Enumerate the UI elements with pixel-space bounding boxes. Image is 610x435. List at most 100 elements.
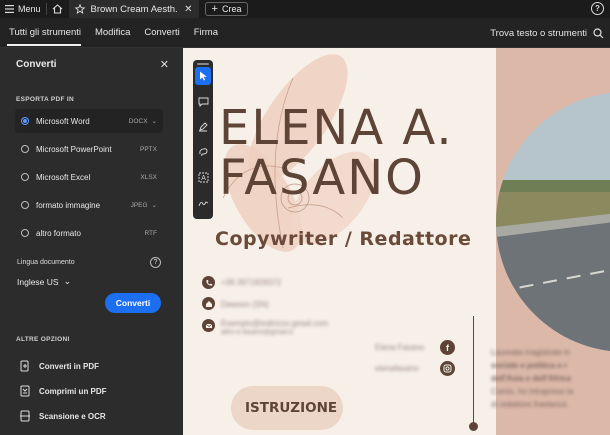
quick-tools-bar: A [193,60,213,219]
option-word[interactable]: Microsoft Word DOCX ⌄ [15,109,163,133]
option-format: PPTX [140,145,157,153]
convert-to-pdf-button[interactable]: Converti in PDF [19,360,99,372]
search-label: Trova testo o strumenti [490,27,587,39]
home-button[interactable] [47,0,69,18]
menu-label: Menu [18,4,41,14]
resume-subtitle: Copywriter / Redattore [215,228,472,250]
email-icon [202,319,215,332]
social-facebook-name: Elena Fasano [375,343,425,352]
timeline-line [473,316,474,428]
more-item-label: Scansione e OCR [39,411,106,421]
freehand-icon [198,148,207,157]
draw-tool-button[interactable] [195,143,211,161]
more-item-label: Comprimi un PDF [39,386,107,396]
bio-line: Comix, ho intrapreso la [491,387,574,396]
drag-handle[interactable] [197,63,209,65]
close-tab-icon[interactable]: ✕ [184,4,192,15]
menu-button[interactable]: Menu [0,0,46,18]
option-other[interactable]: altro formato RTF [15,221,163,245]
create-button[interactable]: + Crea [204,2,249,16]
language-value: Inglese US [17,276,59,287]
option-format: JPEG [130,201,148,209]
create-label: Crea [221,4,242,14]
search-tools-button[interactable]: Trova testo o strumenti [490,18,604,48]
option-format: RTF [144,229,157,237]
convert-panel: Converti ✕ ESPORTA PDF IN Microsoft Word… [0,48,183,435]
language-dropdown[interactable]: Inglese US ⌄ [17,276,71,287]
bio-line: sociale e politica e r [491,361,568,370]
sign-tool-button[interactable] [195,194,211,212]
option-label: altro formato [36,228,81,238]
chevron-down-icon[interactable]: ⌄ [152,117,157,125]
compress-pdf-button[interactable]: Comprimi un PDF [19,385,107,397]
instagram-icon [440,361,455,376]
tab-convert[interactable]: Converti [137,18,186,48]
search-icon [593,27,604,38]
tool-navbar: Tutti gli strumenti Modifica Converti Fi… [0,18,610,48]
bio-line: dell'Asia e dell'Africa [491,374,571,383]
tab-all-tools[interactable]: Tutti gli strumenti [0,18,88,48]
compress-icon [20,385,30,397]
tab-title: Brown Cream Aesth... [90,3,179,15]
chevron-down-icon: ⌄ [63,276,72,286]
radio-icon[interactable] [21,201,29,209]
scan-icon [20,410,30,422]
export-section-label: ESPORTA PDF IN [16,96,75,103]
option-excel[interactable]: Microsoft Excel XLSX [15,165,163,189]
option-label: Microsoft Word [36,116,90,126]
select-tool-button[interactable] [195,67,211,85]
bio-line: di redattore freelance. [491,400,569,409]
contact-address: Dawson (SN) [221,300,269,309]
language-label: Lingua documento [17,259,75,266]
more-item-label: Converti in PDF [39,361,100,371]
signature-icon [198,201,208,207]
phone-icon [202,276,215,289]
scan-ocr-button[interactable]: Scansione e OCR [19,410,106,422]
contact-email-alt: altro e.fasano@gmail.it [221,329,293,336]
pdf-document-view[interactable]: ELENA A. FASANO Copywriter / Redattore +… [183,48,610,435]
document-tab[interactable]: Brown Cream Aesth... ✕ [68,0,199,18]
highlight-tool-button[interactable] [195,118,211,136]
hamburger-icon [5,5,14,13]
section-title-education: ISTRUZIONE [245,400,338,416]
help-icon[interactable]: ? [591,2,604,15]
convert-pdf-icon [20,360,29,372]
home-icon [52,4,63,14]
resume-name-first: ELENA A. [219,100,454,156]
contact-email: Esempio@indirizzo.gmail.com [221,319,329,328]
option-label: Microsoft Excel [36,172,91,182]
option-label: formato immagine [36,200,101,210]
option-format: DOCX [128,117,148,125]
convert-button[interactable]: Converti [105,293,161,313]
pen-icon [199,122,208,132]
comment-tool-button[interactable] [195,93,211,111]
facebook-icon: f [440,340,455,355]
title-bar: Menu Brown Cream Aesth... ✕ + Crea ? [0,0,610,18]
chevron-down-icon[interactable]: ⌄ [152,201,157,209]
radio-icon[interactable] [21,145,29,153]
option-format: XLSX [140,173,157,181]
comment-icon [198,97,208,107]
svg-text:A: A [201,175,206,182]
text-tool-button[interactable]: A [195,168,211,186]
radio-icon[interactable] [21,229,29,237]
bio-line: Laureata magistrale in [491,348,571,357]
contact-phone: +39 3971828372 [221,278,282,287]
close-panel-icon[interactable]: ✕ [160,58,169,71]
address-icon [202,297,215,310]
panel-title: Converti [16,59,57,70]
tab-sign[interactable]: Firma [187,18,225,48]
plus-icon: + [211,3,218,15]
radio-icon[interactable] [21,173,29,181]
timeline-dot [469,422,478,431]
option-image[interactable]: formato immagine JPEG ⌄ [15,193,163,217]
radio-selected-icon[interactable] [21,117,29,125]
tab-edit[interactable]: Modifica [88,18,137,48]
text-box-icon: A [198,172,208,182]
cursor-icon [199,71,207,81]
option-label: Microsoft PowerPoint [36,144,112,154]
star-icon[interactable] [74,4,85,14]
info-icon[interactable]: ? [150,257,161,268]
acrobat-window: Menu Brown Cream Aesth... ✕ + Crea ? Tut… [0,0,610,435]
option-powerpoint[interactable]: Microsoft PowerPoint PPTX [15,137,163,161]
